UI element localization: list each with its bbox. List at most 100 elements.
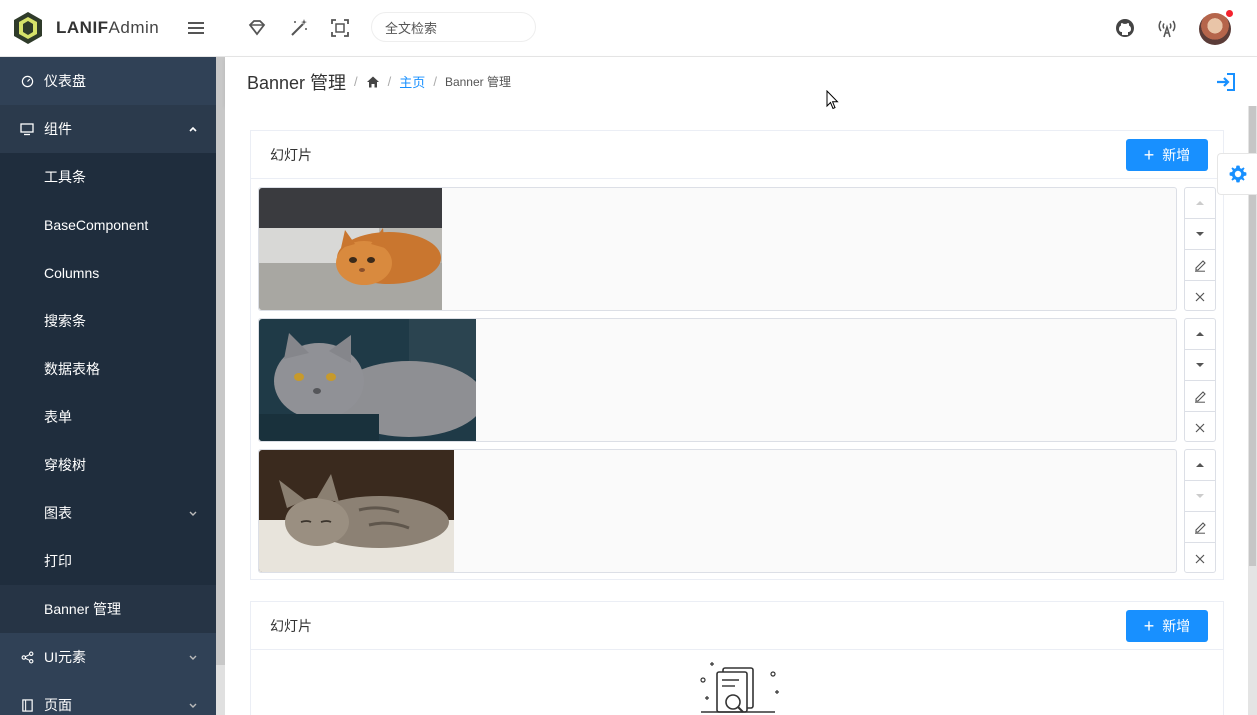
sidebar-item-print[interactable]: 打印	[0, 537, 216, 585]
card-header: 幻灯片 + 新增	[251, 602, 1223, 650]
chevron-down-icon	[189, 511, 197, 516]
slide-controls	[1184, 318, 1216, 442]
sidebar-item-label: 仪表盘	[44, 73, 86, 89]
move-up-button[interactable]	[1185, 319, 1215, 350]
banner-slide[interactable]	[258, 187, 1177, 311]
sidebar-item-data-table[interactable]: 数据表格	[0, 345, 216, 393]
settings-drawer-button[interactable]	[1217, 153, 1257, 195]
scrollbar-thumb[interactable]	[216, 57, 225, 665]
sidebar-item-label: Columns	[44, 265, 100, 281]
delete-button[interactable]	[1185, 543, 1215, 574]
move-up-button[interactable]	[1185, 188, 1215, 219]
move-up-button[interactable]	[1185, 450, 1215, 481]
banner-image	[259, 188, 442, 310]
plus-icon: +	[1143, 145, 1155, 165]
sidebar-item-label: 页面	[44, 697, 72, 713]
sidebar-item-ui-elements[interactable]: UI元素	[0, 633, 216, 681]
app-logo[interactable]: LANIFAdmin	[0, 0, 216, 57]
edit-icon	[1195, 522, 1206, 534]
sidebar-item-columns[interactable]: Columns	[0, 249, 216, 297]
gear-icon	[1229, 165, 1246, 183]
caret-down-icon	[1196, 232, 1204, 236]
move-down-button[interactable]	[1185, 219, 1215, 250]
move-down-button[interactable]	[1185, 350, 1215, 381]
caret-up-icon	[1196, 463, 1204, 467]
sidebar-item-label: 数据表格	[44, 361, 100, 377]
add-button[interactable]: + 新增	[1126, 139, 1208, 171]
caret-down-icon	[1196, 494, 1204, 498]
github-icon[interactable]	[1114, 17, 1136, 39]
move-down-button[interactable]	[1185, 481, 1215, 512]
sidebar-item-transfer-tree[interactable]: 穿梭树	[0, 441, 216, 489]
sidebar-item-pages[interactable]: 页面	[0, 681, 216, 715]
slide-controls	[1184, 187, 1216, 311]
sidebar-item-form[interactable]: 表单	[0, 393, 216, 441]
sidebar-item-basecomponent[interactable]: BaseComponent	[0, 201, 216, 249]
sidebar-item-label: 搜索条	[44, 313, 86, 329]
sidebar: 仪表盘 组件 工具条 BaseComponent Columns 搜索条 数据表…	[0, 57, 216, 715]
notification-dot	[1226, 10, 1233, 17]
home-icon[interactable]	[366, 75, 380, 89]
card-title: 幻灯片	[270, 146, 312, 163]
sidebar-item-components[interactable]: 组件	[0, 105, 216, 153]
edit-icon	[1195, 391, 1206, 403]
empty-data-icon	[700, 662, 779, 713]
card-title: 幻灯片	[270, 617, 312, 634]
page-title: Banner 管理	[247, 72, 347, 93]
user-avatar[interactable]	[1199, 10, 1233, 45]
diamond-icon[interactable]	[246, 17, 268, 39]
sidebar-item-charts[interactable]: 图表	[0, 489, 216, 537]
sidebar-submenu: 工具条 BaseComponent Columns 搜索条 数据表格 表单 穿梭…	[0, 153, 216, 633]
breadcrumb-separator: /	[354, 74, 358, 89]
close-icon	[1195, 292, 1205, 301]
edit-button[interactable]	[1185, 381, 1215, 412]
sidebar-item-toolbar[interactable]: 工具条	[0, 153, 216, 201]
breadcrumb: Banner 管理 / / 主页 / Banner 管理	[225, 57, 1257, 106]
add-button-label: 新增	[1162, 618, 1191, 634]
close-icon	[1195, 423, 1205, 432]
sidebar-scrollbar[interactable]	[216, 57, 225, 715]
sidebar-item-label: 穿梭树	[44, 457, 86, 473]
menu-toggle-icon[interactable]	[186, 17, 206, 39]
top-header: LANIFAdmin 全文检索	[0, 0, 1257, 57]
add-button[interactable]: + 新增	[1126, 610, 1208, 642]
search-input[interactable]: 全文检索	[371, 12, 536, 42]
sidebar-item-search-bar[interactable]: 搜索条	[0, 297, 216, 345]
slide-controls	[1184, 449, 1216, 573]
edit-button[interactable]	[1185, 250, 1215, 281]
close-icon	[1195, 554, 1205, 563]
plus-icon: +	[1143, 616, 1155, 636]
content-scrollbar[interactable]	[1248, 106, 1257, 715]
app-brand: LANIFAdmin	[56, 18, 160, 37]
edit-button[interactable]	[1185, 512, 1215, 543]
sidebar-item-banner[interactable]: Banner 管理	[0, 585, 216, 633]
caret-up-icon	[1196, 332, 1204, 336]
breadcrumb-separator: /	[387, 74, 392, 89]
banner-slide[interactable]	[258, 449, 1177, 573]
sidebar-item-label: 表单	[44, 409, 72, 425]
logout-icon[interactable]	[1215, 71, 1237, 93]
sidebar-item-label: BaseComponent	[44, 217, 149, 233]
sidebar-item-label: 图表	[44, 505, 72, 521]
breadcrumb-home-link[interactable]: 主页	[399, 72, 425, 91]
sidebar-item-dashboard[interactable]: 仪表盘	[0, 57, 216, 105]
delete-button[interactable]	[1185, 281, 1215, 312]
fullscreen-icon[interactable]	[329, 17, 351, 39]
sidebar-item-label: 工具条	[44, 169, 86, 185]
book-icon	[20, 698, 34, 712]
mouse-cursor-icon	[826, 90, 839, 110]
dashboard-icon	[20, 74, 34, 88]
sidebar-item-label: 组件	[44, 121, 72, 137]
banner-image	[259, 450, 454, 572]
banner-card: 幻灯片 + 新增	[250, 601, 1224, 715]
broadcast-icon[interactable]	[1156, 17, 1178, 39]
banner-slide[interactable]	[258, 318, 1177, 442]
chevron-down-icon	[189, 703, 197, 708]
add-button-label: 新增	[1162, 147, 1191, 163]
chevron-up-icon	[189, 126, 197, 132]
sidebar-item-label: UI元素	[44, 649, 86, 665]
delete-button[interactable]	[1185, 412, 1215, 443]
magic-wand-icon[interactable]	[288, 17, 310, 39]
card-header: 幻灯片 + 新增	[251, 131, 1223, 179]
edit-icon	[1195, 260, 1206, 272]
